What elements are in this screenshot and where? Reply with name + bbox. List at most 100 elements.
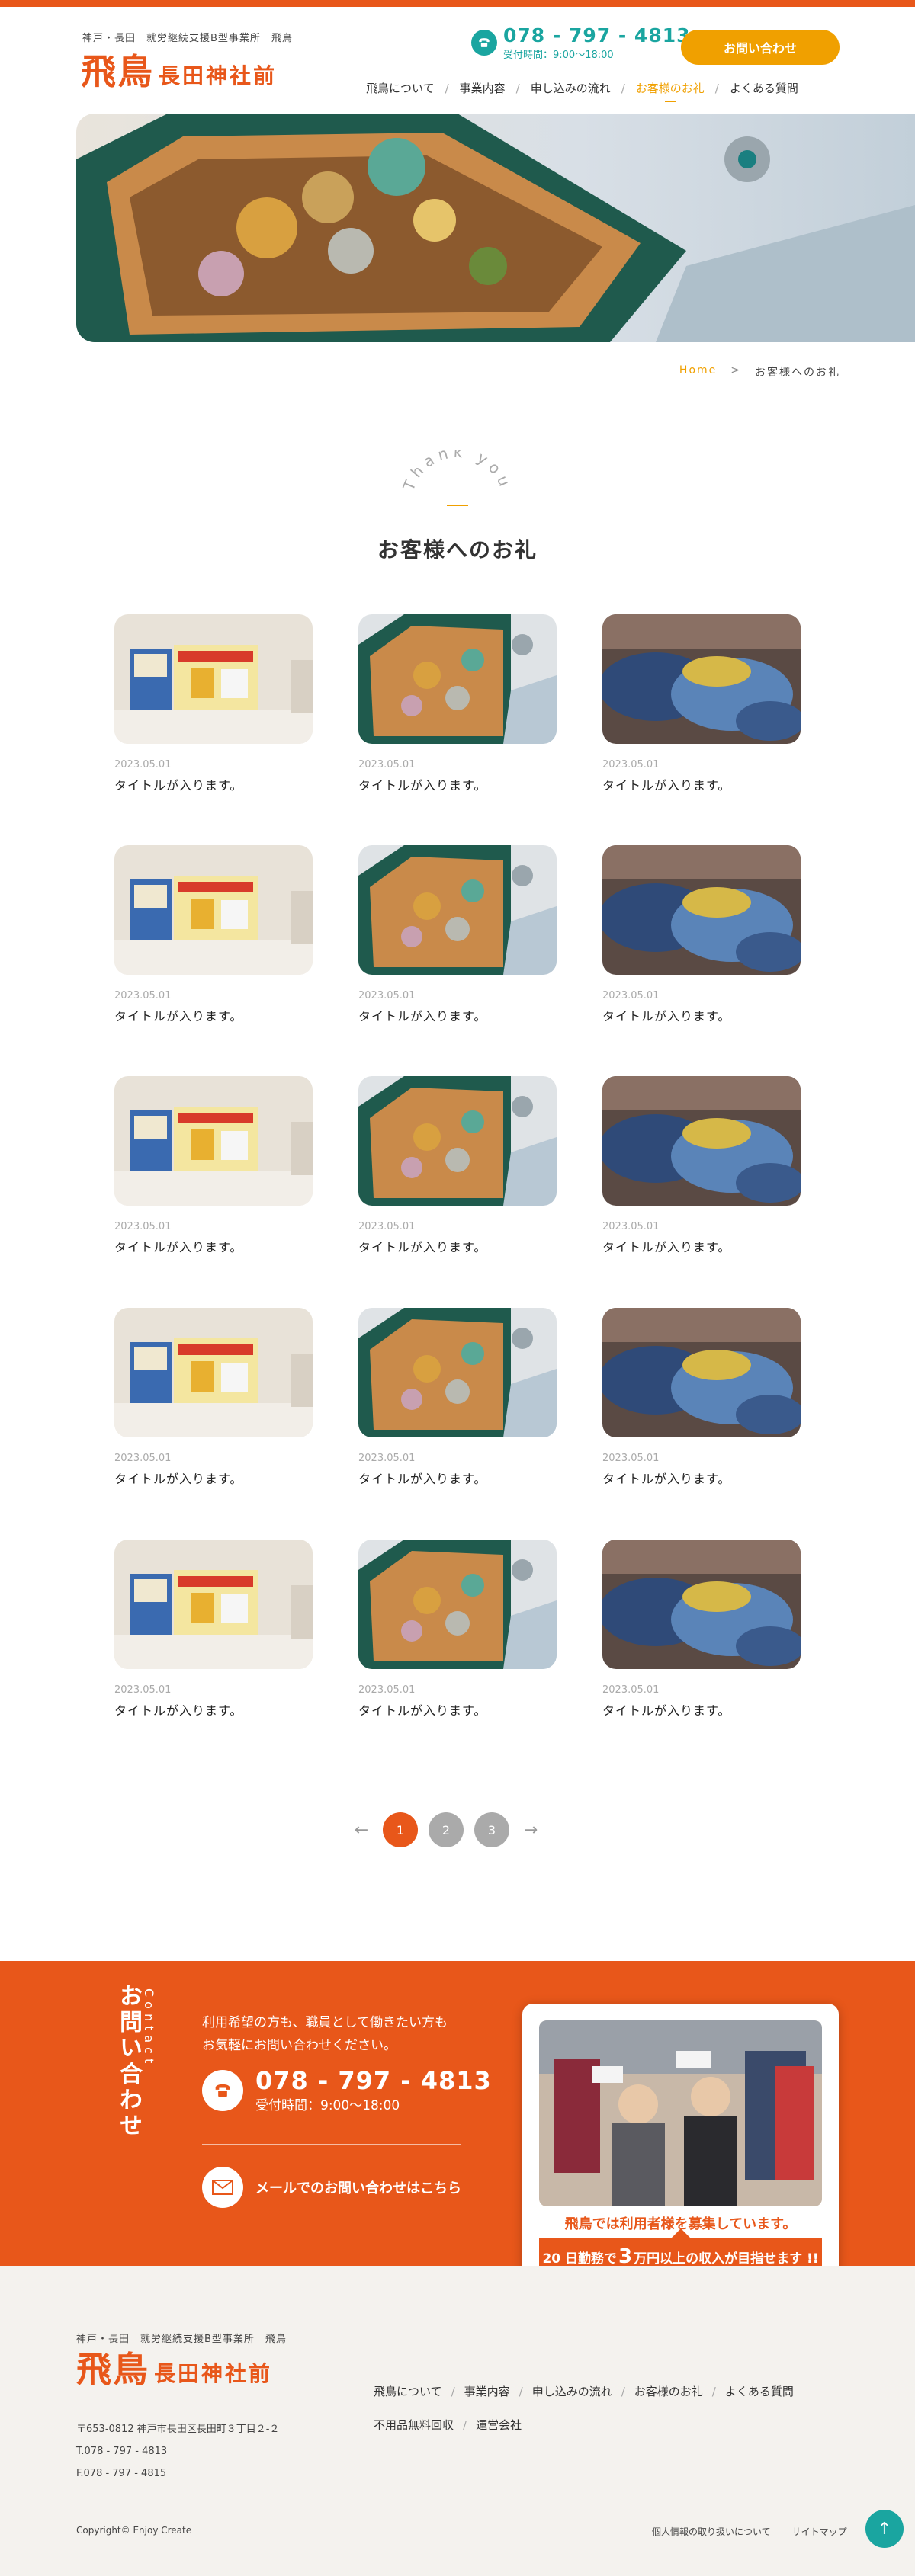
nav-separator: / [463, 2418, 467, 2432]
thanks-card[interactable]: 2023.05.01 タイトルが入ります。 [602, 1540, 801, 1719]
nav-item-faq[interactable]: よくある質問 [730, 80, 798, 96]
footer-subtitle: 神戸・長田 就労継続支援B型事業所 飛鳥 [76, 2334, 287, 2345]
nav-item-flow[interactable]: 申し込みの流れ [531, 80, 611, 96]
thumb-clothes [602, 1308, 801, 1437]
page-3-button[interactable]: 3 [474, 1812, 509, 1847]
recruit-box-post: 万円以上の収入が目指せます !! [634, 2251, 819, 2267]
contact-mail-link[interactable]: メールでのお問い合わせはこちら [202, 2167, 461, 2208]
card-title: タイトルが入ります。 [358, 778, 487, 793]
thanks-card[interactable]: 2023.05.01 タイトルが入ります。 [602, 1308, 801, 1487]
privacy-link[interactable]: 個人情報の取り扱いについて [652, 2525, 771, 2538]
thumb-toys [114, 845, 313, 975]
back-to-top-icon[interactable]: ↑ [865, 2510, 904, 2548]
thanks-card[interactable]: 2023.05.01 タイトルが入ります。 [358, 1540, 557, 1719]
breadcrumb-separator: > [730, 364, 741, 376]
recruit-box-num: 3 [618, 2245, 633, 2268]
card-date: 2023.05.01 [114, 759, 172, 771]
card-title: タイトルが入ります。 [114, 1703, 243, 1718]
card-title: タイトルが入ります。 [114, 1009, 243, 1024]
mail-icon [202, 2167, 243, 2208]
thanks-card[interactable]: 2023.05.01 タイトルが入ります。 [358, 1308, 557, 1487]
prev-arrow-icon[interactable]: ← [351, 1813, 372, 1847]
footer-nav-flow[interactable]: 申し込みの流れ [532, 2385, 612, 2398]
thumb-toys [114, 1540, 313, 1669]
thanks-card[interactable]: 2023.05.01 タイトルが入ります。 [114, 1308, 313, 1487]
card-date: 2023.05.01 [358, 1684, 416, 1696]
thumb-jewelry [358, 614, 557, 744]
site-footer: 神戸・長田 就労継続支援B型事業所 飛鳥 飛鳥 長田神社前 〒653-0812 … [0, 2266, 915, 2576]
footer-nav-business[interactable]: 事業内容 [464, 2385, 510, 2398]
page-1-button[interactable]: 1 [383, 1812, 418, 1847]
contact-title: お問い合わせ [115, 1984, 142, 2139]
card-date: 2023.05.01 [114, 1684, 172, 1696]
breadcrumb-home-link[interactable]: Home [679, 364, 717, 380]
top-accent-line [0, 0, 915, 7]
logo-sub: 長田神社前 [159, 63, 278, 89]
page-2-button[interactable]: 2 [429, 1812, 464, 1847]
nav-item-about[interactable]: 飛鳥について [366, 80, 435, 96]
recruit-card[interactable]: 飛鳥では利用者様を募集しています。 20 日勤務で 3 万円以上の収入が目指せます … [522, 2004, 839, 2308]
thumb-jewelry [358, 845, 557, 975]
nav-item-business[interactable]: 事業内容 [460, 80, 506, 96]
site-logo[interactable]: 飛鳥 長田神社前 [81, 54, 277, 89]
contact-phone[interactable]: 078 - 797 - 4813 受付時間：9:00〜18:00 [202, 2066, 492, 2114]
footer-fax: F.078 - 797 - 4815 [76, 2468, 167, 2479]
svg-text:Thank you: Thank you [399, 450, 515, 494]
footer-address-block: 〒653-0812 神戸市長田区長田町３丁目２-２ T.078 - 797 - … [76, 2418, 279, 2485]
card-title: タイトルが入ります。 [358, 1009, 487, 1024]
card-title: タイトルが入ります。 [358, 1472, 487, 1486]
thumb-jewelry [358, 1076, 557, 1206]
footer-nav-recycle[interactable]: 不用品無料回収 [374, 2418, 454, 2432]
thumb-toys [114, 1076, 313, 1206]
phone-icon [471, 30, 497, 56]
thanks-card[interactable]: 2023.05.01 タイトルが入ります。 [602, 845, 801, 1024]
card-date: 2023.05.01 [358, 990, 416, 1001]
next-arrow-icon[interactable]: → [520, 1813, 541, 1847]
card-date: 2023.05.01 [358, 759, 416, 771]
card-date: 2023.05.01 [602, 759, 660, 771]
footer-nav-faq[interactable]: よくある質問 [725, 2385, 794, 2398]
thanks-card[interactable]: 2023.05.01 タイトルが入ります。 [358, 1076, 557, 1255]
card-date: 2023.05.01 [114, 1221, 172, 1232]
thanks-card[interactable]: 2023.05.01 タイトルが入ります。 [358, 614, 557, 793]
footer-nav-company[interactable]: 運営会社 [476, 2418, 522, 2432]
sitemap-link[interactable]: サイトマップ [792, 2525, 847, 2538]
hero-image [76, 114, 915, 342]
thanks-card[interactable]: 2023.05.01 タイトルが入ります。 [358, 845, 557, 1024]
phone-icon [202, 2070, 243, 2112]
card-title: タイトルが入ります。 [358, 1240, 487, 1254]
header-phone[interactable]: 078 - 797 - 4813 受付時間：9:00〜18:00 [471, 25, 691, 61]
thanks-card[interactable]: 2023.05.01 タイトルが入ります。 [114, 1540, 313, 1719]
thumb-jewelry [358, 1540, 557, 1669]
header-contact-button[interactable]: お問い合わせ [681, 30, 840, 65]
title-en-text: Thank you [399, 443, 511, 494]
footer-nav-thanks[interactable]: お客様のお礼 [634, 2385, 703, 2398]
thanks-card[interactable]: 2023.05.01 タイトルが入ります。 [114, 845, 313, 1024]
footer-nav-about[interactable]: 飛鳥について [374, 2385, 442, 2398]
site-header: 神戸・長田 就労継続支援B型事業所 飛鳥 飛鳥 長田神社前 078 - 797 … [0, 7, 915, 114]
nav-separator: / [711, 2385, 716, 2398]
page-title: お客様へのお礼 [377, 537, 538, 562]
thanks-card[interactable]: 2023.05.01 タイトルが入ります。 [114, 1076, 313, 1255]
nav-separator: / [518, 2385, 523, 2398]
contact-tel-hours: 受付時間：9:00〜18:00 [255, 2098, 400, 2114]
thanks-card[interactable]: 2023.05.01 タイトルが入ります。 [602, 614, 801, 793]
thumb-clothes [602, 845, 801, 975]
contact-title-en: Contact [142, 1988, 156, 2068]
contact-section: お問い合わせ Contact 利用希望の方も、職員として働きたい方も お気軽にお… [0, 1961, 915, 2308]
logo-main: 飛鳥 [81, 51, 154, 92]
header-subtitle: 神戸・長田 就労継続支援B型事業所 飛鳥 [82, 33, 293, 44]
thanks-card[interactable]: 2023.05.01 タイトルが入ります。 [114, 614, 313, 793]
thanks-card[interactable]: 2023.05.01 タイトルが入ります。 [602, 1076, 801, 1255]
card-date: 2023.05.01 [602, 1453, 660, 1464]
contact-tel-number: 078 - 797 - 4813 [255, 2066, 492, 2095]
nav-separator: / [451, 2385, 455, 2398]
nav-separator: / [621, 2385, 625, 2398]
thumb-clothes [602, 1540, 801, 1669]
footer-logo[interactable]: 飛鳥 長田神社前 [76, 2352, 272, 2387]
contact-divider [202, 2144, 461, 2145]
section-title-en: Thank you [0, 443, 915, 514]
thumb-clothes [602, 1076, 801, 1206]
nav-item-thanks[interactable]: お客様のお礼 [636, 80, 705, 102]
footer-links: 個人情報の取り扱いについて サイトマップ [652, 2525, 847, 2538]
